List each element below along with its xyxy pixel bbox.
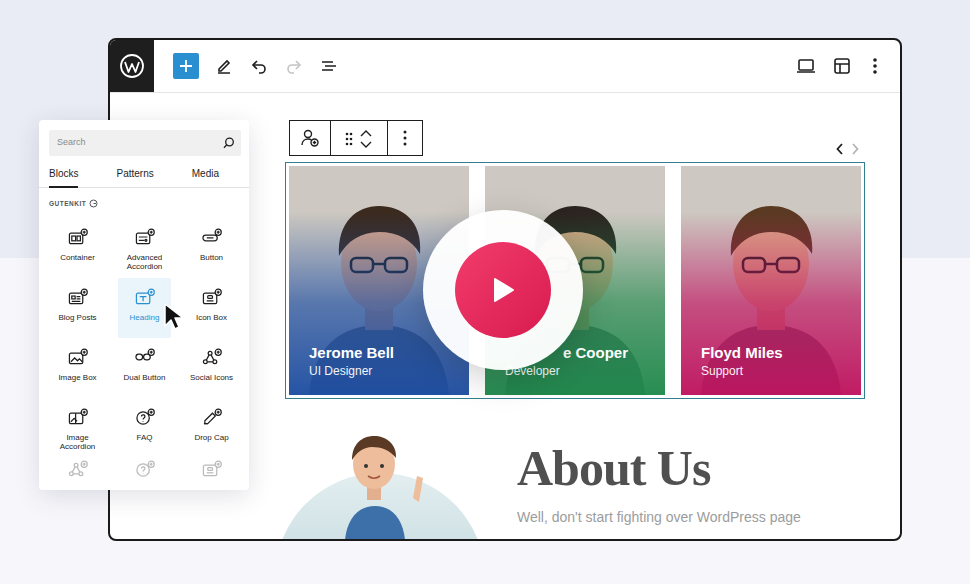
faq-icon: [135, 404, 155, 428]
wordpress-logo-icon[interactable]: [110, 40, 154, 92]
search-icon[interactable]: [223, 137, 235, 149]
block-label: Container: [60, 253, 95, 262]
play-icon[interactable]: [455, 242, 551, 338]
team-block-icon[interactable]: [290, 121, 331, 155]
block-item[interactable]: Icon Box: [185, 278, 238, 338]
next-arrow-icon[interactable]: [848, 142, 861, 156]
heading-icon: [135, 284, 155, 308]
dual-button-icon: [135, 344, 155, 368]
block-inserter: Blocks Patterns Media GUTENKIT Container Ad…: [39, 120, 249, 490]
undo-icon[interactable]: [244, 51, 274, 81]
add-block-icon[interactable]: [173, 53, 199, 79]
layout-icon[interactable]: [827, 51, 857, 81]
block-item[interactable]: FAQ: [118, 398, 171, 458]
member-name: Floyd Miles: [701, 344, 851, 363]
block-item[interactable]: Dual Button: [118, 338, 171, 398]
block-label: Blog Posts: [58, 313, 96, 322]
faded-block-icon: [44, 460, 111, 478]
block-label: Image Box: [58, 373, 96, 382]
accordion-icon: [135, 224, 155, 248]
editor-toolbar: [110, 40, 900, 93]
block-label: Image Accordion: [51, 433, 104, 451]
inserter-tab[interactable]: Media: [192, 164, 219, 188]
block-item[interactable]: Blog Posts: [51, 278, 104, 338]
team-card[interactable]: Floyd MilesSupport: [681, 166, 861, 395]
section-label: GUTENKIT: [49, 199, 86, 209]
block-label: FAQ: [136, 433, 152, 442]
social-icons-icon: [202, 344, 222, 368]
block-item[interactable]: Social Icons: [185, 338, 238, 398]
previous-arrow-icon[interactable]: [833, 142, 846, 156]
inserter-tabs: Blocks Patterns Media: [39, 164, 249, 188]
about-heading[interactable]: About Us: [517, 442, 801, 495]
block-label: Dual Button: [124, 373, 166, 382]
play-video-button[interactable]: [423, 210, 583, 370]
block-label: Button: [200, 253, 223, 262]
image-box-icon: [68, 344, 88, 368]
image-accordion-icon: [68, 404, 88, 428]
block-item[interactable]: Advanced Accordion: [118, 218, 171, 278]
block-item[interactable]: Image Box: [51, 338, 104, 398]
blog-posts-icon: [68, 284, 88, 308]
block-label: Drop Cap: [194, 433, 228, 442]
block-label: Icon Box: [196, 313, 227, 322]
redo-icon[interactable]: [279, 51, 309, 81]
search-input[interactable]: [57, 136, 223, 150]
block-item[interactable]: Drop Cap: [185, 398, 238, 458]
mouse-cursor-icon: [163, 302, 187, 332]
member-role: Developer: [505, 364, 655, 380]
block-label: Heading: [130, 313, 160, 322]
drag-handle-icon[interactable]: [345, 126, 353, 150]
move-up-down-icon[interactable]: [359, 126, 373, 150]
block-item[interactable]: Button: [185, 218, 238, 278]
person-illustration-icon: [275, 428, 485, 540]
about-text[interactable]: Well, don't start fighting over WordPres…: [517, 509, 801, 526]
card-caption: Floyd MilesSupport: [681, 344, 861, 395]
block-options-icon[interactable]: [388, 121, 422, 155]
member-name: Jerome Bell: [309, 344, 459, 363]
block-item[interactable]: Image Accordion: [51, 398, 104, 458]
block-label: Social Icons: [190, 373, 233, 382]
container-icon: [68, 224, 88, 248]
button-icon: [202, 224, 222, 248]
about-section: About Us Well, don't start fighting over…: [275, 428, 865, 540]
card-caption: Jerome BellUI Designer: [289, 344, 469, 395]
inserter-tab[interactable]: Blocks: [49, 164, 78, 188]
gutenkit-icon: [89, 199, 98, 208]
member-role: UI Designer: [309, 364, 459, 380]
block-search: [49, 130, 241, 156]
more-blocks: [39, 460, 249, 478]
block-grid: Container Advanced Accordion Button Blog Po…: [39, 218, 249, 458]
block-toolbar: [289, 120, 423, 156]
block-item[interactable]: Container: [51, 218, 104, 278]
faded-block-icon: [111, 460, 178, 478]
more-options-icon[interactable]: [863, 51, 887, 81]
block-item[interactable]: Heading: [118, 278, 171, 338]
stage: Jerome BellUI Designere CooperDeveloperF…: [0, 0, 970, 584]
pencil-icon[interactable]: [209, 51, 239, 81]
inserter-tab[interactable]: Patterns: [116, 164, 153, 188]
member-role: Support: [701, 364, 851, 380]
block-label: Advanced Accordion: [118, 253, 171, 271]
list-view-icon[interactable]: [314, 51, 344, 81]
laptop-icon[interactable]: [791, 51, 821, 81]
icon-box-icon: [202, 284, 222, 308]
faded-block-icon: [178, 460, 245, 478]
drop-cap-icon: [202, 404, 222, 428]
